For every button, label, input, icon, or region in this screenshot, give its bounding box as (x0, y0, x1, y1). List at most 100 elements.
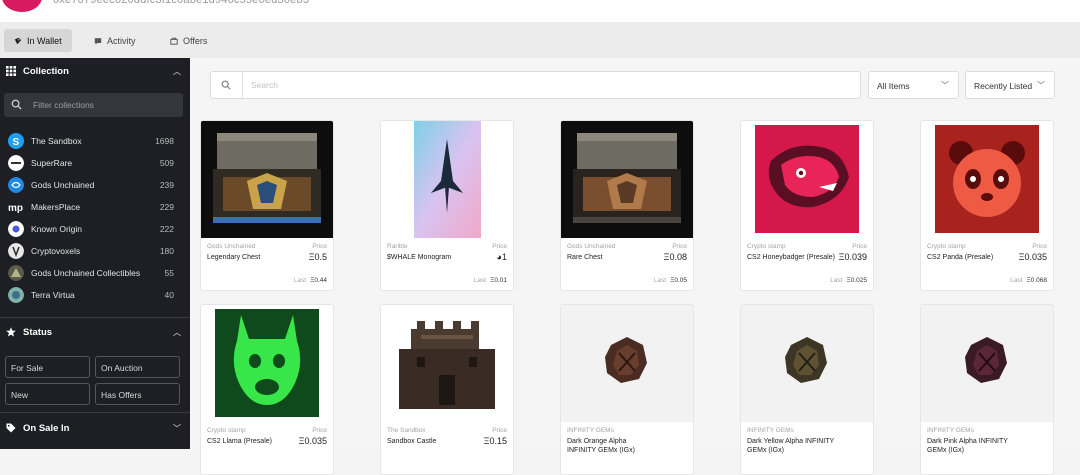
card-price-label: Price (312, 243, 327, 250)
collection-item-makersplace[interactable]: mp MakersPlace 229 (0, 196, 190, 218)
avatar[interactable] (2, 0, 42, 12)
panda-stamp-image (921, 121, 1053, 238)
profile-tabs: In Wallet Activity Offers (0, 22, 1080, 58)
collection-count: 509 (159, 158, 174, 168)
status-for-sale-button[interactable]: For Sale (5, 356, 90, 378)
cryptovoxels-logo-icon (8, 243, 24, 259)
tab-offers[interactable]: Offers (160, 29, 217, 52)
card-price-label: Price (312, 427, 327, 434)
card-price: Ξ0.15 (483, 436, 507, 446)
collection-count: 222 (159, 224, 174, 234)
collection-name: MakersPlace (31, 202, 81, 212)
collection-name: Gods Unchained Collectibles (31, 268, 141, 278)
card-price-label: Price (1032, 243, 1047, 250)
last-label: Last (473, 277, 487, 284)
card-title: Dark Pink Alpha INFINITY GEMx (IGx) (927, 438, 1008, 454)
collection-count: 229 (159, 202, 174, 212)
card-title: CS2 Llama (Presale) (207, 438, 272, 445)
collection-name: Gods Unchained (31, 180, 95, 190)
nft-card-panda[interactable]: Crypto stamp Price CS2 Panda (Presale) Ξ… (920, 120, 1054, 291)
status-section-header[interactable]: Status ︿ (0, 319, 190, 345)
nft-card-rare-chest[interactable]: Gods Unchained Price Rare Chest Ξ0.08 La… (560, 120, 694, 291)
collection-count: 239 (159, 180, 174, 190)
profile-header: 0xe7079eec020ddfc3f1c0abe1d946c55e6ed30e… (0, 0, 1080, 22)
card-last-price: Last Ξ0.025 (830, 277, 867, 284)
card-category: Crypto stamp (747, 243, 786, 250)
dark-orange-gem-image (561, 305, 693, 422)
chevron-up-icon: ︿ (173, 327, 181, 337)
card-category: Crypto stamp (207, 427, 246, 434)
search-input[interactable]: Search (210, 71, 861, 99)
select-value: All Items (877, 81, 910, 91)
sort-select[interactable]: Recently Listed ﹀ (965, 71, 1055, 99)
search-icon (11, 99, 22, 110)
card-title: Sandbox Castle (387, 438, 437, 445)
last-label: Last (1010, 277, 1023, 284)
search-icon (221, 80, 231, 90)
nft-card-dark-pink-gem[interactable]: INFINITY GEMs Dark Pink Alpha INFINITY G… (920, 304, 1054, 475)
status-new-button[interactable]: New (5, 383, 90, 405)
sandbox-castle-image (381, 305, 513, 422)
tab-label: Offers (183, 35, 208, 46)
status-on-auction-button[interactable]: On Auction (95, 356, 180, 378)
divider (0, 412, 190, 413)
collection-item-gods-unchained-collectibles[interactable]: Gods Unchained Collectibles 55 (0, 262, 190, 284)
rare-chest-image (561, 121, 693, 238)
known-origin-logo-icon (8, 221, 24, 237)
collection-item-terra-virtua[interactable]: Terra Virtua 40 (0, 284, 190, 306)
card-category: INFINITY GEMs (567, 427, 614, 434)
llama-stamp-image (201, 305, 333, 422)
nft-card-dark-yellow-gem[interactable]: INFINITY GEMs Dark Yellow Alpha INFINITY… (740, 304, 874, 475)
legendary-chest-image (201, 121, 333, 238)
activity-icon (94, 37, 102, 45)
collection-item-cryptovoxels[interactable]: Cryptovoxels 180 (0, 240, 190, 262)
nft-card-dark-orange-gem[interactable]: INFINITY GEMs Dark Orange Alpha INFINITY… (560, 304, 694, 475)
dark-yellow-gem-image (741, 305, 873, 422)
status-has-offers-button[interactable]: Has Offers (95, 383, 180, 405)
card-last-price: Last Ξ0.01 (474, 277, 507, 284)
card-price: 1 (501, 252, 507, 262)
nft-card-sandbox-castle[interactable]: The Sandbox Price Sandbox Castle Ξ0.15 (380, 304, 514, 475)
on-sale-in-section-header[interactable]: On Sale In ﹀ (0, 415, 190, 441)
sandbox-logo-icon: S (8, 133, 24, 149)
item-filter-select[interactable]: All Items ﹀ (868, 71, 959, 99)
collection-item-the-sandbox[interactable]: S The Sandbox 1698 (0, 130, 190, 152)
card-price: Ξ0.035 (1018, 252, 1047, 262)
card-price-label: Price (492, 427, 507, 434)
card-price-label: Price (852, 243, 867, 250)
card-price-label: Price (672, 243, 687, 250)
nft-card-llama[interactable]: Crypto stamp Price CS2 Llama (Presale) Ξ… (200, 304, 334, 475)
collection-item-superrare[interactable]: SuperRare 509 (0, 152, 190, 174)
svg-text:S: S (13, 137, 20, 148)
collection-name: Cryptovoxels (31, 246, 81, 256)
card-last-price: Last Ξ0.44 (294, 277, 327, 284)
card-category: Gods Unchained (567, 243, 616, 250)
nft-card-honeybadger[interactable]: Crypto stamp Price CS2 Honeybadger (Pres… (740, 120, 874, 291)
nft-card-legendary-chest[interactable]: Gods Unchained Price Legendary Chest Ξ0.… (200, 120, 334, 291)
honeybadger-stamp-image (741, 121, 873, 238)
section-title: On Sale In (23, 422, 70, 434)
nft-card-whale-monogram[interactable]: Rarible Price $WHALE Monogram ◕1 Last Ξ0.… (380, 120, 514, 291)
card-category: Rarible (387, 243, 408, 250)
filter-collections-input[interactable]: Filter collections (4, 93, 183, 117)
card-category: Crypto stamp (927, 243, 966, 250)
section-title: Status (23, 326, 53, 338)
last-label: Last (293, 277, 307, 284)
tab-activity[interactable]: Activity (84, 29, 146, 52)
collection-count: 180 (159, 246, 174, 256)
tab-in-wallet[interactable]: In Wallet (4, 29, 72, 52)
star-icon (6, 327, 16, 337)
search-placeholder: Search (251, 80, 278, 90)
card-title: $WHALE Monogram (387, 254, 452, 261)
wallet-icon (14, 37, 22, 44)
card-price: Ξ0.039 (838, 252, 867, 262)
last-label: Last (830, 277, 843, 284)
terra-virtua-logo-icon (8, 287, 24, 303)
collection-name: SuperRare (31, 158, 73, 168)
tab-label: Activity (107, 35, 136, 46)
svg-text:mp: mp (8, 203, 23, 214)
collection-item-known-origin[interactable]: Known Origin 222 (0, 218, 190, 240)
collection-item-gods-unchained[interactable]: Gods Unchained 239 (0, 174, 190, 196)
card-price-container: ◕1 (497, 252, 507, 262)
collection-section-header[interactable]: Collection ︿ (0, 58, 190, 84)
